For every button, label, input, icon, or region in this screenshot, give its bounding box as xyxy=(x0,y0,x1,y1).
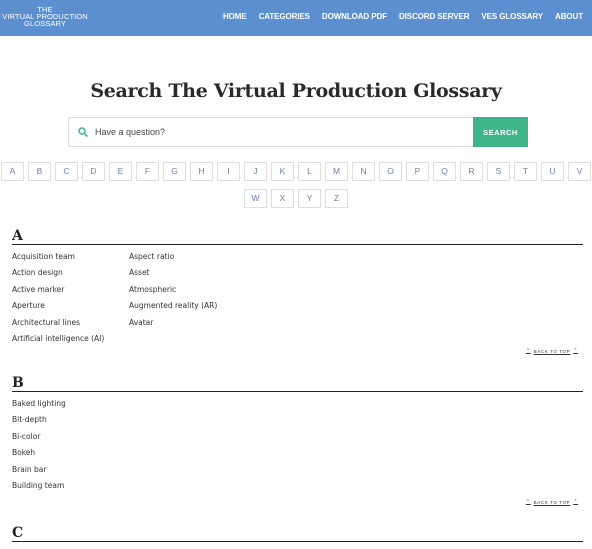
back-to-top-link-b[interactable]: ⌃ BACK TO TOP ⌃ xyxy=(523,499,581,506)
logo-line-3: GLOSSARY xyxy=(24,19,66,28)
section-heading-c: C xyxy=(12,525,583,542)
alphabet-row-1: ABCDEFGHIJKLMNOPQRSTUV xyxy=(0,162,592,181)
back-to-top-link-a[interactable]: ⌃ BACK TO TOP ⌃ xyxy=(523,348,581,355)
letter-link[interactable]: F xyxy=(136,162,159,181)
nav-categories[interactable]: CATEGORIES xyxy=(259,12,310,21)
glossary-term-link[interactable]: Bokeh xyxy=(12,448,66,464)
letter-link[interactable]: S xyxy=(487,162,510,181)
letter-link[interactable]: Q xyxy=(433,162,456,181)
glossary-term-link[interactable]: Bit-depth xyxy=(12,415,66,431)
letter-link[interactable]: Z xyxy=(325,189,348,208)
letter-link[interactable]: H xyxy=(190,162,213,181)
letter-link[interactable]: P xyxy=(406,162,429,181)
nav-ves-glossary[interactable]: VES GLOSSARY xyxy=(481,12,543,21)
letter-link[interactable]: X xyxy=(271,189,294,208)
glossary-term-link[interactable]: Artificial intelligence (AI) xyxy=(12,334,104,350)
search-icon xyxy=(78,127,88,137)
glossary-term-link[interactable]: Action design xyxy=(12,268,104,284)
search-bar: SEARCH xyxy=(68,117,528,147)
section-b-column-1: Baked lighting Bit-depth Bi-color Bokeh Brai… xyxy=(12,399,66,497)
letter-link[interactable]: D xyxy=(82,162,105,181)
letter-link[interactable]: C xyxy=(55,162,78,181)
section-heading-a: A xyxy=(12,228,583,245)
glossary-term-link[interactable]: Augmented reality (AR) xyxy=(129,301,217,317)
letter-link[interactable]: N xyxy=(352,162,375,181)
section-a-column-2: Aspect ratio Asset Atmospheric Augmented re… xyxy=(129,252,217,334)
alphabet-row-2: WXYZ xyxy=(0,189,592,208)
search-button[interactable]: SEARCH xyxy=(473,117,528,147)
glossary-term-link[interactable]: Active marker xyxy=(12,285,104,301)
letter-link[interactable]: W xyxy=(244,189,267,208)
nav-discord-server[interactable]: DISCORD SERVER xyxy=(399,12,470,21)
glossary-term-link[interactable]: Atmospheric xyxy=(129,285,217,301)
letter-link[interactable]: R xyxy=(460,162,483,181)
main-nav: HOME CATEGORIES DOWNLOAD PDF DISCORD SER… xyxy=(223,12,583,21)
letter-link[interactable]: A xyxy=(1,162,24,181)
letter-link[interactable]: G xyxy=(163,162,186,181)
top-navigation-bar: THE VIRTUAL PRODUCTION GLOSSARY HOME CAT… xyxy=(0,0,592,36)
letter-link[interactable]: K xyxy=(271,162,294,181)
letter-link[interactable]: J xyxy=(244,162,267,181)
nav-about[interactable]: ABOUT xyxy=(555,12,583,21)
section-heading-b: B xyxy=(12,375,583,392)
caret-up-icon: ⌃ xyxy=(525,499,531,505)
glossary-term-link[interactable]: Brain bar xyxy=(12,465,66,481)
back-to-top-label: BACK TO TOP xyxy=(533,349,571,354)
letter-link[interactable]: M xyxy=(325,162,348,181)
site-logo[interactable]: THE VIRTUAL PRODUCTION GLOSSARY xyxy=(0,6,90,28)
caret-up-icon: ⌃ xyxy=(525,348,531,354)
glossary-term-link[interactable]: Acquisition team xyxy=(12,252,104,268)
letter-link[interactable]: T xyxy=(514,162,537,181)
letter-link[interactable]: V xyxy=(568,162,591,181)
caret-up-icon: ⌃ xyxy=(573,348,578,354)
glossary-term-link[interactable]: Asset xyxy=(129,268,217,284)
letter-link[interactable]: E xyxy=(109,162,132,181)
letter-link[interactable]: I xyxy=(217,162,240,181)
search-input[interactable] xyxy=(95,127,455,137)
search-field[interactable] xyxy=(68,117,473,147)
section-a-column-1: Acquisition team Action design Active mark… xyxy=(12,252,104,350)
page-title: Search The Virtual Production Glossary xyxy=(90,80,502,102)
glossary-term-link[interactable]: Architectural lines xyxy=(12,318,104,334)
letter-link[interactable]: U xyxy=(541,162,564,181)
nav-download-pdf[interactable]: DOWNLOAD PDF xyxy=(322,12,387,21)
caret-up-icon: ⌃ xyxy=(573,499,578,505)
glossary-term-link[interactable]: Avatar xyxy=(129,318,217,334)
glossary-term-link[interactable]: Aperture xyxy=(12,301,104,317)
glossary-term-link[interactable]: Aspect ratio xyxy=(129,252,217,268)
glossary-term-link[interactable]: Bi-color xyxy=(12,432,66,448)
letter-link[interactable]: Y xyxy=(298,189,321,208)
nav-home[interactable]: HOME xyxy=(223,12,247,21)
letter-link[interactable]: L xyxy=(298,162,321,181)
back-to-top-label: BACK TO TOP xyxy=(533,500,571,505)
letter-link[interactable]: B xyxy=(28,162,51,181)
glossary-term-link[interactable]: Baked lighting xyxy=(12,399,66,415)
glossary-term-link[interactable]: Building team xyxy=(12,481,66,497)
letter-link[interactable]: O xyxy=(379,162,402,181)
